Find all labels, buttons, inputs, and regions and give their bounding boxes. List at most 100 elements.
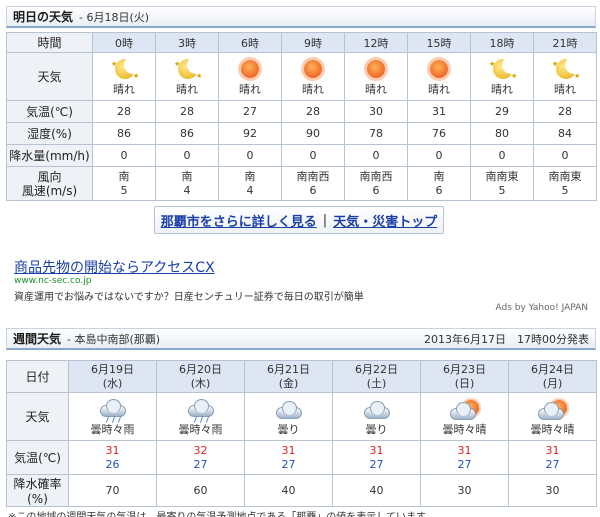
day-pop-cell: 30 [420, 474, 509, 507]
day-weather-cell: 曇り [244, 392, 333, 441]
hour-humidity-cell: 92 [218, 122, 282, 145]
sun-icon [235, 57, 265, 83]
hour-wind-dir: 南南東 [485, 169, 519, 183]
hour-wind-dir: 南 [433, 169, 445, 183]
tomorrow-title: 明日の天気 [13, 10, 74, 24]
moon-icon: ★ ★ [174, 55, 205, 80]
day-weather-text: 曇時々雨 [178, 422, 223, 436]
day-pop-cell: 30 [508, 474, 597, 507]
hour-time-cell: 18時 [470, 32, 534, 53]
hour-humidity-cell: 78 [344, 122, 408, 145]
hour-wind-dir: 南 [181, 169, 193, 183]
ad-credit[interactable]: Ads by Yahoo! JAPAN [495, 303, 588, 313]
hourly-forecast-table: 時間 0時 3時 6時 9時 12時 15時 18時 21時 天気 ★ ★ 晴れ ★ ★ 晴れ 晴れ 晴れ 晴… [6, 32, 597, 201]
day-weather-cell: 曇時々晴 [508, 392, 597, 441]
hour-weather-text: 晴れ [302, 82, 324, 96]
moon-icon: ★ ★ [111, 55, 142, 80]
hour-wind-speed: 5 [120, 183, 128, 197]
hour-precip-cell: 0 [344, 144, 408, 167]
day-temp-cell: 31 27 [332, 440, 421, 475]
day-of-week: (月) [542, 376, 563, 390]
hour-humidity-cell: 76 [407, 122, 471, 145]
hour-wind-speed: 5 [498, 183, 506, 197]
hour-time-cell: 12時 [344, 32, 408, 53]
day-low-temp: 27 [457, 457, 472, 471]
day-weather-text: 曇時々晴 [530, 422, 575, 436]
cloud-rain-icon [186, 397, 216, 423]
day-weather-text: 曇り [277, 422, 300, 436]
day-of-week: (日) [454, 376, 475, 390]
hour-time-cell: 9時 [281, 32, 345, 53]
cloud-icon [362, 397, 392, 423]
day-date: 6月23日 [443, 362, 486, 376]
day-weather-text: 曇時々晴 [442, 422, 487, 436]
ad-title-link[interactable]: 商品先物の開始ならアクセスCX [14, 257, 215, 277]
hour-weather-text: 晴れ [428, 82, 450, 96]
hour-temp-cell: 31 [407, 100, 471, 123]
hour-wind-dir: 南 [244, 169, 256, 183]
day-temp-cell: 31 27 [244, 440, 333, 475]
hour-weather-cell: ★ ★ 晴れ [470, 52, 534, 101]
hour-time-cell: 21時 [533, 32, 597, 53]
hour-precip-cell: 0 [155, 144, 219, 167]
day-high-temp: 31 [281, 443, 296, 457]
weekly-temp-row-label: 気温(℃) [6, 440, 69, 475]
hour-weather-text: 晴れ [239, 82, 261, 96]
weather-row-label: 天気 [6, 52, 93, 101]
moon-icon: ★ ★ [552, 55, 583, 80]
day-date-cell: 6月23日 (日) [420, 360, 509, 393]
hour-weather-cell: ★ ★ 晴れ [155, 52, 219, 101]
sun-icon [361, 57, 391, 83]
weather-row: 天気 ★ ★ 晴れ ★ ★ 晴れ 晴れ 晴れ 晴れ 晴れ ★ ★ 晴れ ★ ★ 晴れ [6, 52, 597, 101]
weather-top-link[interactable]: 天気・災害トップ [333, 211, 437, 230]
hour-wind-speed: 5 [561, 183, 569, 197]
link-separator: | [322, 212, 328, 228]
day-temp-cell: 31 27 [508, 440, 597, 475]
day-of-week: (水) [102, 376, 123, 390]
ad-url[interactable]: www.nc-sec.co.jp [14, 276, 91, 286]
day-low-temp: 27 [281, 457, 296, 471]
precip-row-label: 降水量(mm/h) [6, 144, 93, 167]
weekly-forecast-table: 日付 6月19日 (水) 6月20日 (木) 6月21日 (金) 6月22日 (土) 6月23日… [6, 360, 597, 507]
day-date: 6月24日 [531, 362, 574, 376]
hour-wind-cell: 南南東 5 [533, 166, 597, 201]
wind-dir-label: 風向 [37, 169, 62, 184]
hour-wind-dir: 南南西 [359, 169, 393, 183]
hour-wind-cell: 南4 [155, 166, 219, 201]
related-links: 那覇市をさらに詳しく見る | 天気・災害トップ [154, 206, 444, 234]
ad-description: 資産運用でお悩みではないですか？日産センチュリー証券で毎日の取引が簡単 [14, 292, 364, 303]
hour-precip-cell: 0 [407, 144, 471, 167]
hour-weather-text: 晴れ [554, 82, 576, 96]
hour-temp-cell: 29 [470, 100, 534, 123]
hour-humidity-cell: 84 [533, 122, 597, 145]
temp-row: 気温(℃) 28 28 27 28 30 31 29 28 [6, 100, 597, 123]
day-date: 6月22日 [355, 362, 398, 376]
hour-precip-cell: 0 [92, 144, 156, 167]
date-row-label: 日付 [6, 360, 69, 393]
hour-wind-cell: 南4 [218, 166, 282, 201]
wind-row-label: 風向 風速(m/s) [6, 166, 93, 201]
hour-time-cell: 15時 [407, 32, 471, 53]
day-of-week: (土) [366, 376, 387, 390]
humidity-row: 湿度(%) 86 86 92 90 78 76 80 84 [6, 122, 597, 145]
hour-weather-cell: 晴れ [407, 52, 471, 101]
day-high-temp: 31 [369, 443, 384, 457]
day-date: 6月21日 [267, 362, 310, 376]
weekly-title: 週間天気 [13, 332, 62, 346]
hour-temp-cell: 30 [344, 100, 408, 123]
day-high-temp: 31 [545, 443, 560, 457]
city-detail-link[interactable]: 那覇市をさらに詳しく見る [161, 211, 317, 230]
hour-temp-cell: 28 [281, 100, 345, 123]
day-high-temp: 32 [193, 443, 208, 457]
hour-wind-dir: 南 [118, 169, 130, 183]
weekly-pop-row: 降水確率(%) 70 60 40 40 30 30 [6, 474, 597, 507]
hour-weather-text: 晴れ [365, 82, 387, 96]
day-weather-cell: 曇時々晴 [420, 392, 509, 441]
hour-weather-cell: ★ ★ 晴れ [533, 52, 597, 101]
day-temp-cell: 32 27 [156, 440, 245, 475]
hour-wind-cell: 南5 [92, 166, 156, 201]
hour-precip-cell: 0 [281, 144, 345, 167]
weekly-header: 週間天気 - 本島中南部(那覇) 2013年6月17日 17時00分発表 [6, 328, 596, 350]
cloud-sun-icon [537, 397, 568, 423]
hour-wind-cell: 南南西 6 [344, 166, 408, 201]
